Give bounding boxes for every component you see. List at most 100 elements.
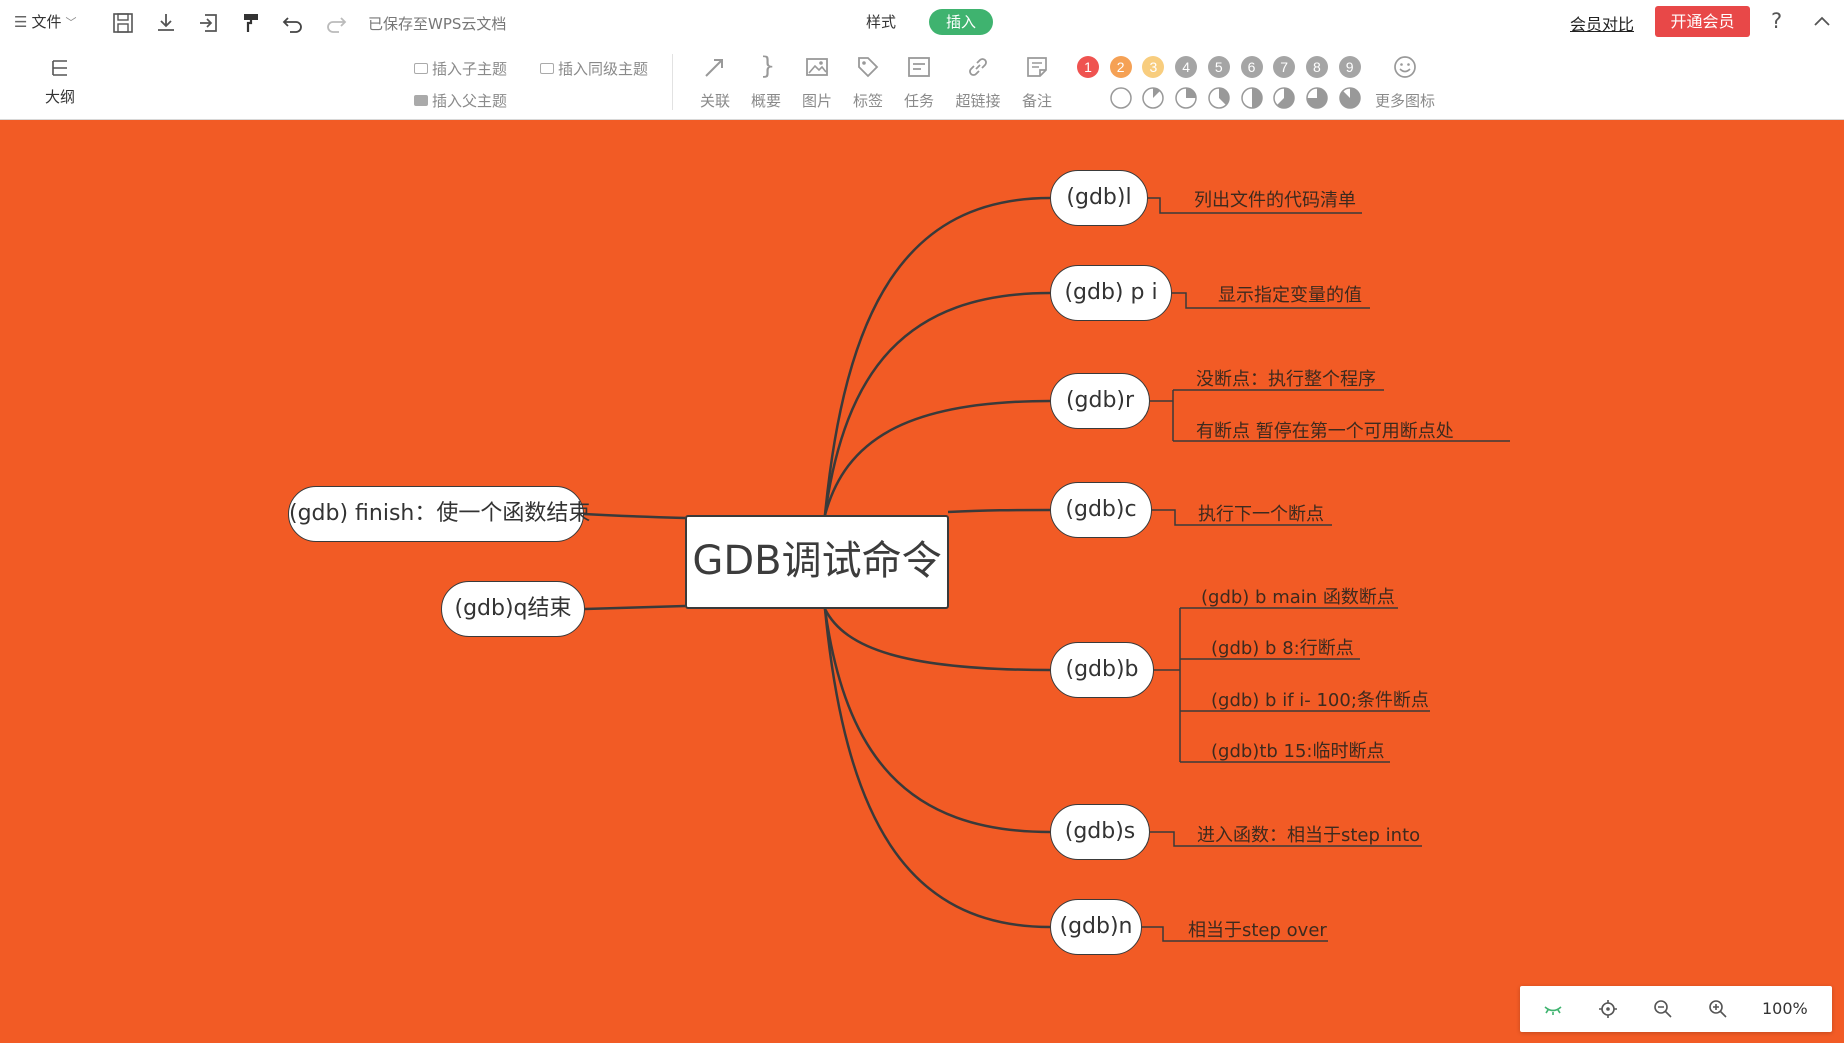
file-menu[interactable]: ☰ 文件 ﹀ (14, 11, 76, 32)
tag-icon (858, 57, 879, 78)
redo-icon[interactable] (323, 10, 349, 36)
priority-5-icon[interactable]: 5 (1207, 56, 1230, 78)
connector-line (947, 508, 1051, 514)
top-bar: ☰ 文件 ﹀ 已保存至WPS云文档 样式 插入 会员对比 开通会员 ? (0, 0, 1844, 44)
note-label: 备注 (1021, 92, 1052, 110)
subtopic-tb[interactable]: (gdb)tb 15:临时断点 (1211, 737, 1385, 763)
format-painter-icon[interactable] (238, 10, 264, 36)
topic-gdb-p[interactable]: (gdb) p i (1050, 265, 1172, 321)
export-icon[interactable] (196, 10, 222, 36)
priority-8-icon[interactable]: 8 (1305, 56, 1328, 78)
toolbar-divider (672, 54, 673, 110)
summary-brace-icon: } (760, 52, 776, 80)
help-icon[interactable]: ? (1771, 9, 1782, 33)
subtopic-run-no-bp[interactable]: 没断点：执行整个程序 (1196, 365, 1376, 391)
relation-arrow-icon (705, 59, 723, 77)
subtopic-b-line[interactable]: (gdb) b 8:行断点 (1211, 634, 1354, 660)
progress-pie-icon[interactable] (1109, 87, 1132, 109)
tab-style[interactable]: 样式 (866, 11, 896, 32)
subtopic-b-if[interactable]: (gdb) b if i- 100;条件断点 (1211, 686, 1429, 712)
download-icon[interactable] (153, 10, 179, 36)
outline-button[interactable]: 大纲 (40, 56, 80, 107)
locate-center-icon[interactable] (1597, 998, 1619, 1020)
open-vip-button[interactable]: 开通会员 (1655, 6, 1750, 37)
zoom-level[interactable]: 100% (1762, 999, 1808, 1018)
image-icon (806, 58, 828, 76)
file-menu-label: 文件 (31, 13, 62, 31)
priority-6-icon[interactable]: 6 (1240, 56, 1263, 78)
topic-gdb-b[interactable]: (gdb)b (1050, 642, 1154, 698)
insert-parent-button[interactable]: 插入父主题 (414, 90, 507, 111)
priority-3-icon[interactable]: 3 (1142, 56, 1165, 78)
zoom-out-icon[interactable] (1652, 998, 1674, 1020)
task-button[interactable]: 任务 (889, 48, 949, 118)
topic-gdb-s[interactable]: (gdb)s (1050, 804, 1150, 860)
insert-parent-label: 插入父主题 (432, 92, 508, 110)
insert-parent-icon (414, 95, 428, 106)
chevron-down-icon: ﹀ (65, 15, 77, 29)
priority-1-icon[interactable]: 1 (1077, 56, 1099, 78)
tab-insert[interactable]: 插入 (929, 9, 993, 35)
outline-icon (52, 60, 67, 76)
subtopic-run-with-bp[interactable]: 有断点 暂停在第一个可用断点处 (1196, 417, 1454, 443)
task-label: 任务 (903, 92, 934, 110)
connector-line (823, 399, 1051, 516)
insert-child-label: 插入子主题 (432, 60, 508, 78)
insert-child-icon (414, 63, 428, 74)
subtopic-step-into[interactable]: 进入函数：相当于step into (1197, 821, 1420, 847)
connector-line (584, 604, 686, 611)
task-icon (908, 57, 930, 77)
insert-child-button[interactable]: 插入子主题 (414, 58, 507, 79)
insert-sibling-button[interactable]: 插入同级主题 (540, 58, 648, 79)
note-icon (1027, 57, 1047, 77)
topic-gdb-c[interactable]: (gdb)c (1050, 482, 1152, 538)
subtopic-b-main[interactable]: (gdb) b main 函数断点 (1201, 583, 1395, 609)
eye-closed-icon[interactable] (1542, 998, 1564, 1020)
topic-gdb-l[interactable]: (gdb)l (1050, 170, 1148, 226)
progress-pie-icon[interactable] (1306, 87, 1328, 109)
undo-icon[interactable] (280, 10, 306, 36)
progress-pie-icon[interactable] (1142, 87, 1165, 109)
subtopic-list-code[interactable]: 列出文件的代码清单 (1194, 186, 1356, 212)
progress-complete-icon[interactable] (1338, 87, 1361, 109)
collapse-chevron-up-icon[interactable] (1810, 10, 1834, 34)
priority-4-icon[interactable]: 4 (1175, 56, 1198, 78)
zoom-in-icon[interactable] (1707, 998, 1729, 1020)
root-topic[interactable]: GDB调试命令 (685, 515, 949, 609)
link-icon (969, 58, 987, 76)
progress-pie-icon[interactable] (1175, 87, 1197, 109)
subtopic-continue[interactable]: 执行下一个断点 (1198, 500, 1324, 526)
save-status: 已保存至WPS云文档 (368, 15, 507, 33)
outline-label: 大纲 (44, 88, 75, 106)
progress-pie-icon[interactable] (1208, 87, 1230, 109)
progress-pie-icon[interactable] (1240, 87, 1263, 109)
member-compare-link[interactable]: 会员对比 (1570, 11, 1634, 35)
subtopic-print-var[interactable]: 显示指定变量的值 (1218, 281, 1362, 307)
subtopic-step-over[interactable]: 相当于step over (1188, 916, 1327, 942)
insert-sibling-icon (540, 63, 554, 74)
smiley-icon (1394, 56, 1416, 78)
topic-gdb-n[interactable]: (gdb)n (1050, 899, 1142, 955)
connector-line (823, 608, 1051, 672)
priority-9-icon[interactable]: 9 (1338, 56, 1361, 78)
connector-line (583, 512, 686, 520)
topic-gdb-q[interactable]: (gdb)q结束 (441, 581, 585, 637)
hyperlink-button[interactable]: 超链接 (948, 48, 1008, 118)
connector-line (823, 608, 1051, 929)
save-icon[interactable] (110, 10, 136, 36)
insert-toolbar: 大纲 插入子主题 插入同级主题 插入父主题 关联 } 概要 图片 标签 任务 超… (0, 44, 1844, 120)
more-icons-label: 更多图标 (1375, 92, 1436, 110)
hyperlink-label: 超链接 (955, 92, 1001, 110)
priority-2-icon[interactable]: 2 (1109, 56, 1132, 78)
progress-pie-icon[interactable] (1273, 87, 1295, 109)
mindmap-canvas[interactable]: GDB调试命令 (gdb)l (gdb) p i (gdb)r (gdb)c (… (0, 120, 1844, 1043)
topic-gdb-finish[interactable]: (gdb) finish：使一个函数结束 (288, 486, 590, 542)
insert-sibling-label: 插入同级主题 (558, 60, 649, 78)
topic-gdb-r[interactable]: (gdb)r (1050, 373, 1150, 429)
connector-line (823, 196, 1051, 516)
note-button[interactable]: 备注 (1007, 48, 1067, 118)
zoom-panel: 100% (1520, 986, 1832, 1032)
connector-line (823, 291, 1051, 516)
priority-7-icon[interactable]: 7 (1273, 56, 1296, 78)
more-icons-button[interactable]: 更多图标 (1370, 48, 1440, 118)
